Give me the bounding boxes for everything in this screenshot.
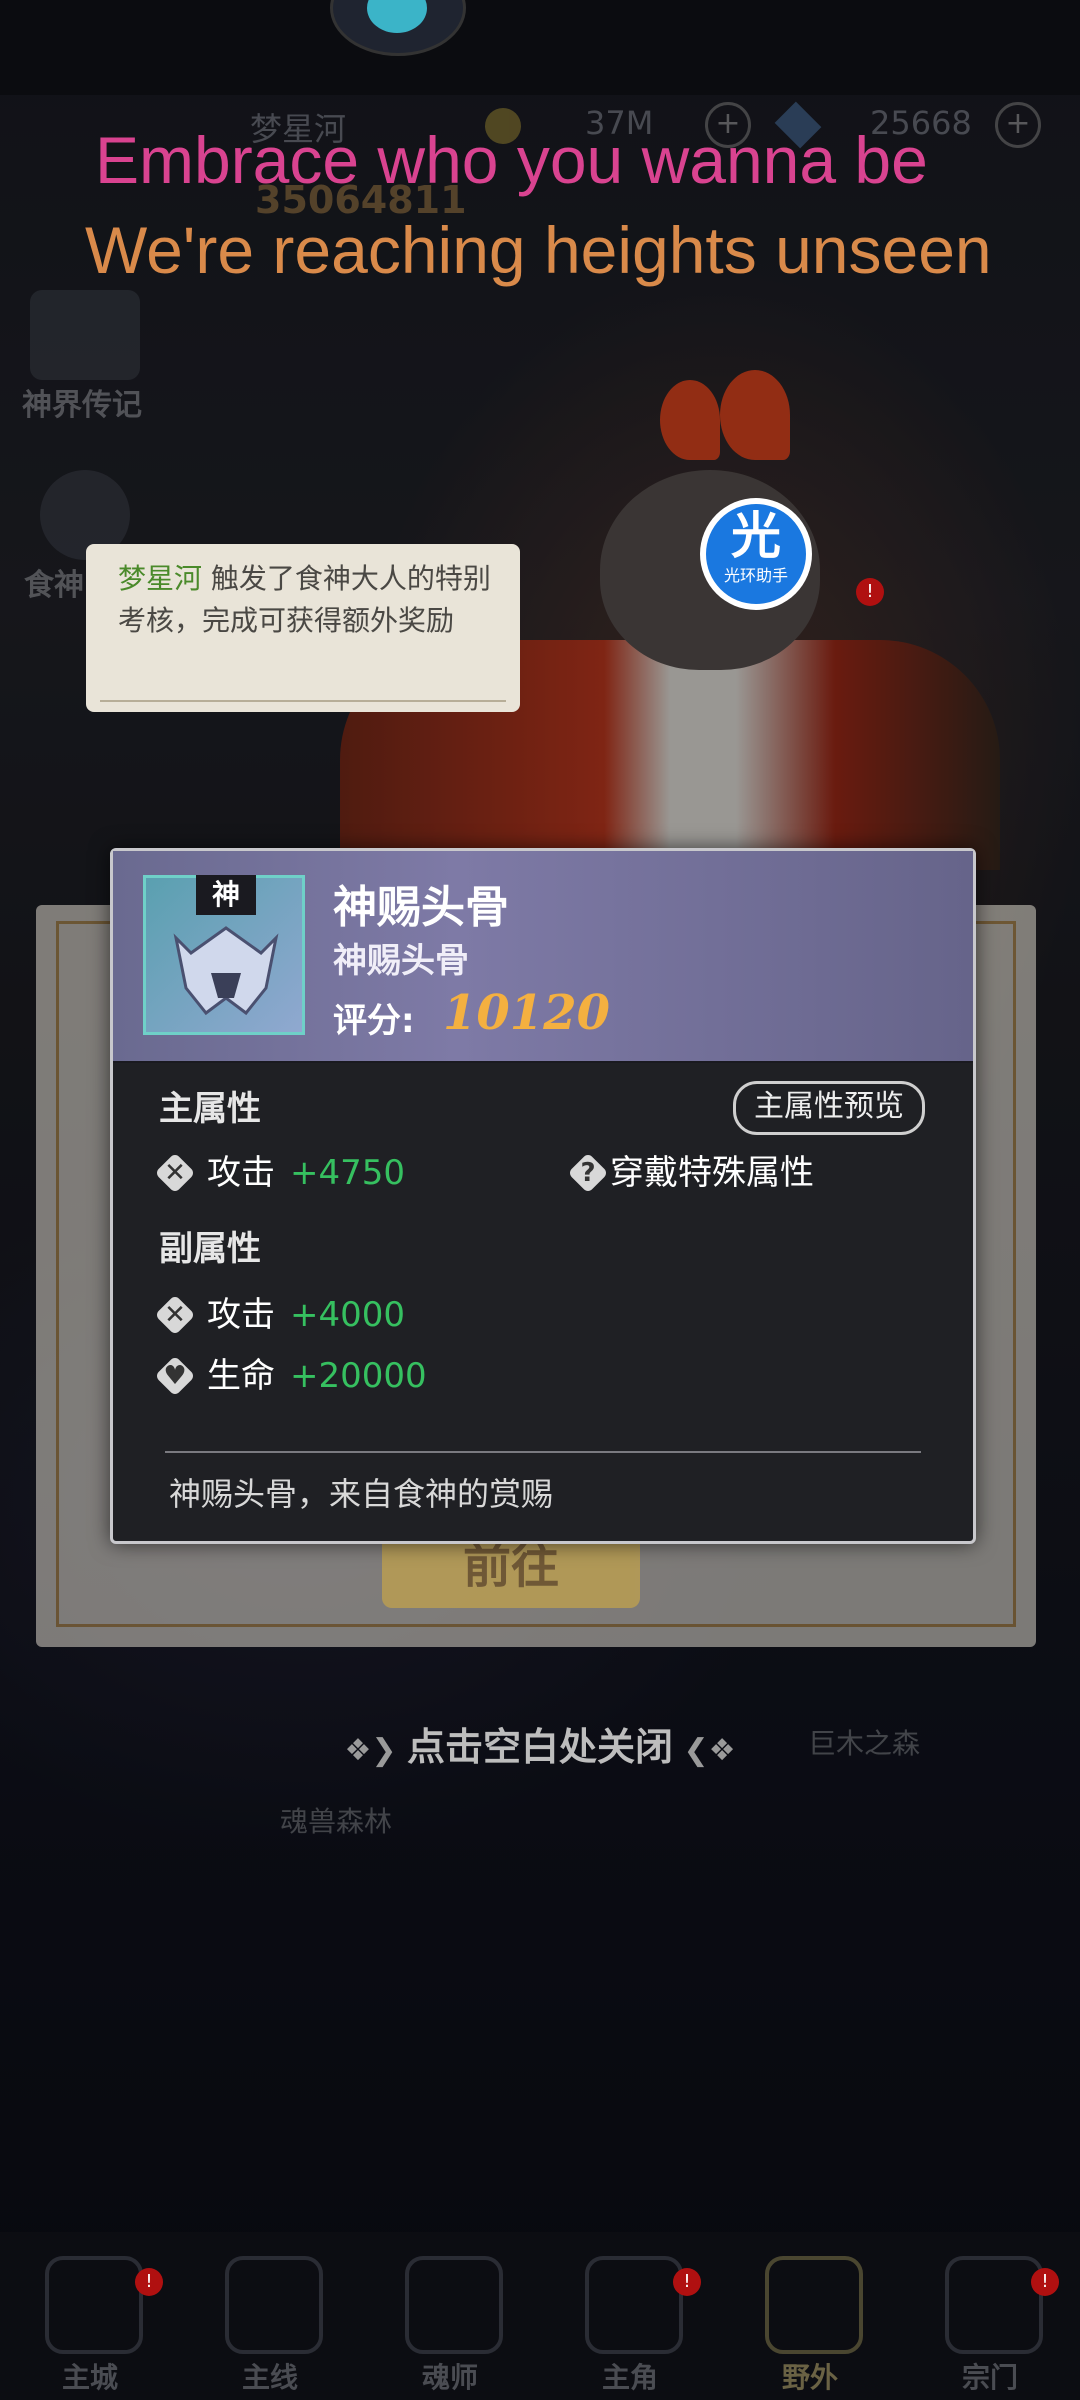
close-hint-text: 点击空白处关闭 (406, 1725, 673, 1769)
main-attribute-preview-button[interactable]: 主属性预览 (733, 1081, 925, 1135)
hero-icon (585, 2256, 683, 2354)
nav-protagonist[interactable]: 主角 ! (555, 2232, 705, 2400)
bubble-player-name: 梦星河 (118, 562, 203, 595)
attribute-name: 穿戴特殊属性 (610, 1153, 814, 1193)
attribute-name: 攻击 (207, 1153, 275, 1193)
skull-helmet-icon (173, 926, 279, 1016)
diamond-crest-icon (405, 2256, 503, 2354)
item-tooltip: 神 神赐头骨 神赐头骨 评分: 10120 主属性 主属性预览 ✕ 攻击 +47… (110, 848, 976, 1544)
score-value: 10120 (443, 985, 610, 1041)
sub-health-attribute: ♥ 生命 +20000 (154, 1354, 455, 1398)
castle-icon (45, 2256, 143, 2354)
halo-assistant-button[interactable]: 光 光环助手 (700, 498, 812, 610)
left-ornament-icon: ❖❯ (344, 1733, 407, 1768)
nav-soul-master[interactable]: 魂师 (375, 2232, 525, 2400)
sect-banner-icon (945, 2256, 1043, 2354)
halo-assistant-label: 光环助手 (723, 566, 788, 585)
sub-attack-attribute: ✕ 攻击 +4000 (154, 1293, 455, 1337)
main-attributes-heading: 主属性 (159, 1089, 261, 1129)
attribute-name: 攻击 (207, 1295, 275, 1335)
nav-main-city[interactable]: 主城 ! (15, 2232, 165, 2400)
main-attack-attribute: ✕ 攻击 +4750 (154, 1151, 455, 1195)
sub-attributes-heading: 副属性 (159, 1229, 261, 1269)
right-ornament-icon: ❮❖ (673, 1733, 736, 1768)
item-icon-frame: 神 (143, 875, 305, 1035)
item-header: 神 神赐头骨 神赐头骨 评分: 10120 (113, 851, 973, 1063)
god-badge: 神 (196, 875, 256, 915)
map-label-giant-forest[interactable]: 巨木之森 (808, 1722, 920, 1762)
notification-dot: ! (856, 578, 884, 606)
legend-icon[interactable] (30, 290, 140, 380)
score-label: 评分: (333, 1001, 415, 1041)
nav-wild[interactable]: 野外 (735, 2232, 885, 2400)
quest-icon (225, 2256, 323, 2354)
lyric-line-1: Embrace who you wanna be (95, 123, 928, 197)
mascot-icon[interactable] (330, 0, 466, 56)
item-subtitle: 神赐头骨 (333, 941, 469, 981)
nav-sect[interactable]: 宗门 ! (915, 2232, 1065, 2400)
nav-main-quest[interactable]: 主线 (195, 2232, 345, 2400)
notification-dot: ! (135, 2268, 163, 2296)
attribute-value: +4750 (290, 1153, 406, 1193)
notification-dot: ! (673, 2268, 701, 2296)
shield-sword-icon (765, 2256, 863, 2354)
lyric-line-2: We're reaching heights unseen (85, 213, 992, 287)
attribute-value: +4000 (290, 1295, 406, 1335)
map-label-soul-forest[interactable]: 魂兽森林 (280, 1800, 392, 1840)
legend-button-label[interactable]: 神界传记 (22, 380, 142, 424)
description-divider (165, 1451, 921, 1453)
attribute-value: +20000 (290, 1356, 427, 1396)
notification-dot: ! (1031, 2268, 1059, 2296)
food-god-label[interactable]: 食神 (24, 560, 84, 604)
attribute-name: 生命 (207, 1356, 275, 1396)
special-attribute: ? 穿戴特殊属性 (567, 1151, 868, 1195)
speech-bubble: 梦星河 触发了食神大人的特别考核，完成可获得额外奖励 (86, 544, 520, 712)
halo-assistant-logo: 光 (731, 507, 781, 565)
top-bar (0, 0, 1080, 95)
item-title: 神赐头骨 (333, 882, 509, 933)
bubble-divider (100, 700, 506, 702)
add-diamond-button[interactable]: + (995, 102, 1041, 148)
item-description: 神赐头骨，来自食神的赏赐 (169, 1475, 554, 1513)
bottom-nav: 主城 ! 主线 魂师 主角 ! 野外 宗门 ! (0, 2232, 1080, 2400)
